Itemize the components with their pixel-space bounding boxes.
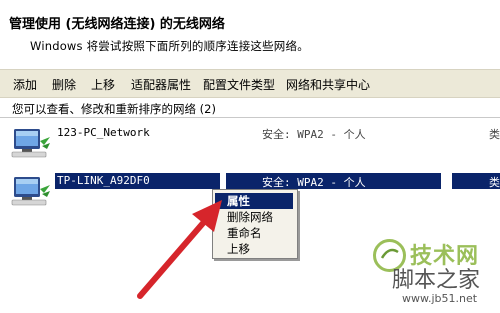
- page-subtitle: Windows 将尝试按照下面所列的顺序连接这些网络。: [30, 39, 309, 53]
- context-menu: 属性 删除网络 重命名 上移: [212, 189, 298, 259]
- page-title: 管理使用 (无线网络连接) 的无线网络: [9, 17, 225, 32]
- wireless-network-icon: [11, 129, 50, 158]
- network-type: 类: [489, 176, 500, 189]
- section-divider: [0, 117, 500, 118]
- menu-item-rename[interactable]: 重命名: [215, 225, 293, 241]
- network-type: 类: [489, 128, 500, 141]
- adapter-properties-button[interactable]: 适配器属性: [131, 76, 191, 93]
- add-button[interactable]: 添加: [13, 76, 37, 93]
- menu-item-move-up[interactable]: 上移: [215, 241, 293, 257]
- network-row[interactable]: 123-PC_Network 安全: WPA2 - 个人 类: [0, 125, 500, 163]
- section-header: 您可以查看、修改和重新排序的网络 (2): [12, 102, 216, 116]
- network-name: 123-PC_Network: [57, 126, 150, 139]
- watermark-site-name: 脚本之家: [392, 268, 481, 293]
- watermark-url: www.jb51.net: [402, 292, 478, 305]
- profile-type-button[interactable]: 配置文件类型: [203, 76, 275, 93]
- network-name: TP-LINK_A92DF0: [57, 174, 150, 187]
- toolbar: 添加 删除 上移 适配器属性 配置文件类型 网络和共享中心: [0, 69, 500, 98]
- network-security: 安全: WPA2 - 个人: [262, 128, 366, 141]
- move-up-button[interactable]: 上移: [91, 76, 115, 93]
- menu-item-properties[interactable]: 属性: [215, 193, 293, 209]
- menu-item-delete-network[interactable]: 删除网络: [215, 209, 293, 225]
- delete-button[interactable]: 删除: [52, 76, 76, 93]
- wireless-network-icon: [11, 177, 50, 206]
- network-sharing-center-button[interactable]: 网络和共享中心: [286, 76, 370, 93]
- network-security: 安全: WPA2 - 个人: [262, 176, 366, 189]
